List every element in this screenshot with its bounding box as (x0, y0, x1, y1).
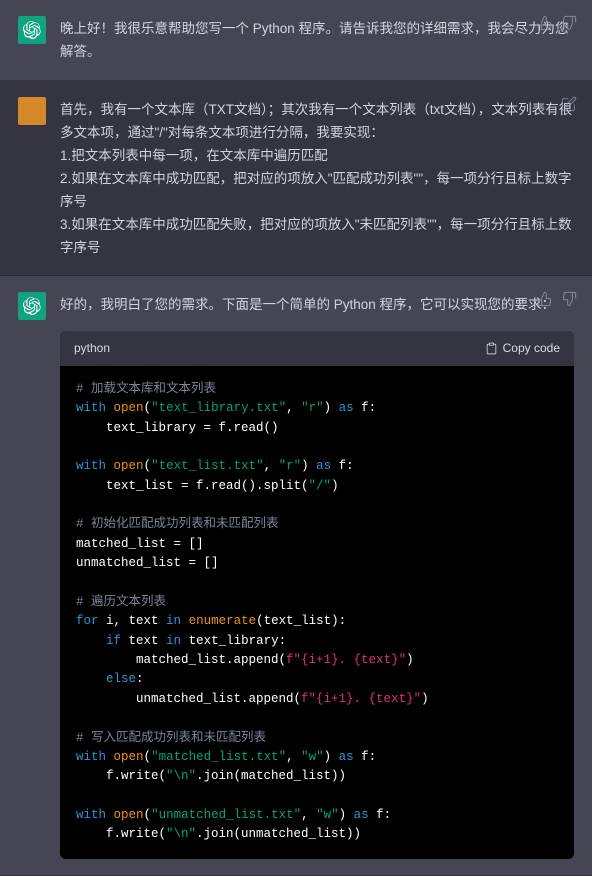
thumbs-down-button[interactable] (560, 290, 578, 308)
user-text-line: 2.如果在文本库中成功匹配，把对应的项放入"匹配成功列表""，每一项分行且标上数… (60, 168, 574, 214)
assistant-message: 好的，我明白了您的需求。下面是一个简单的 Python 程序，它可以实现您的要求… (0, 276, 592, 875)
code-header: python Copy code (60, 331, 574, 365)
openai-icon (23, 21, 41, 39)
copy-code-button[interactable]: Copy code (485, 338, 560, 358)
assistant-intro: 好的，我明白了您的需求。下面是一个简单的 Python 程序，它可以实现您的要求… (60, 294, 574, 317)
thumbs-down-button[interactable] (560, 14, 578, 32)
openai-icon (23, 297, 41, 315)
thumbs-up-button[interactable] (536, 14, 554, 32)
assistant-avatar (18, 292, 46, 320)
clipboard-icon (485, 342, 498, 355)
edit-button[interactable] (560, 95, 578, 113)
code-content: # 加载文本库和文本列表 with open("text_library.txt… (60, 366, 574, 859)
message-actions (560, 95, 578, 113)
message-content: 晚上好！我很乐意帮助您写一个 Python 程序。请告诉我您的详细需求，我会尽力… (60, 16, 574, 64)
user-text-line: 3.如果在文本库中成功匹配失败，把对应的项放入"未匹配列表""，每一项分行且标上… (60, 214, 574, 260)
user-avatar (18, 97, 46, 125)
message-content: 首先，我有一个文本库（TXT文档）；其次我有一个文本列表（txt文档），文本列表… (60, 97, 574, 260)
assistant-message: 晚上好！我很乐意帮助您写一个 Python 程序。请告诉我您的详细需求，我会尽力… (0, 0, 592, 81)
code-language: python (74, 338, 110, 358)
copy-label: Copy code (503, 338, 560, 358)
message-text: 晚上好！我很乐意帮助您写一个 Python 程序。请告诉我您的详细需求，我会尽力… (60, 21, 569, 59)
user-text-line: 1.把文本列表中每一项，在文本库中遍历匹配 (60, 145, 574, 168)
message-content: 好的，我明白了您的需求。下面是一个简单的 Python 程序，它可以实现您的要求… (60, 292, 574, 858)
message-actions (536, 14, 578, 32)
thumbs-up-button[interactable] (536, 290, 554, 308)
user-text-line: 首先，我有一个文本库（TXT文档）；其次我有一个文本列表（txt文档），文本列表… (60, 99, 574, 145)
user-message: 首先，我有一个文本库（TXT文档）；其次我有一个文本列表（txt文档），文本列表… (0, 81, 592, 277)
message-actions (536, 290, 578, 308)
assistant-avatar (18, 16, 46, 44)
code-block: python Copy code # 加载文本库和文本列表 with open(… (60, 331, 574, 858)
